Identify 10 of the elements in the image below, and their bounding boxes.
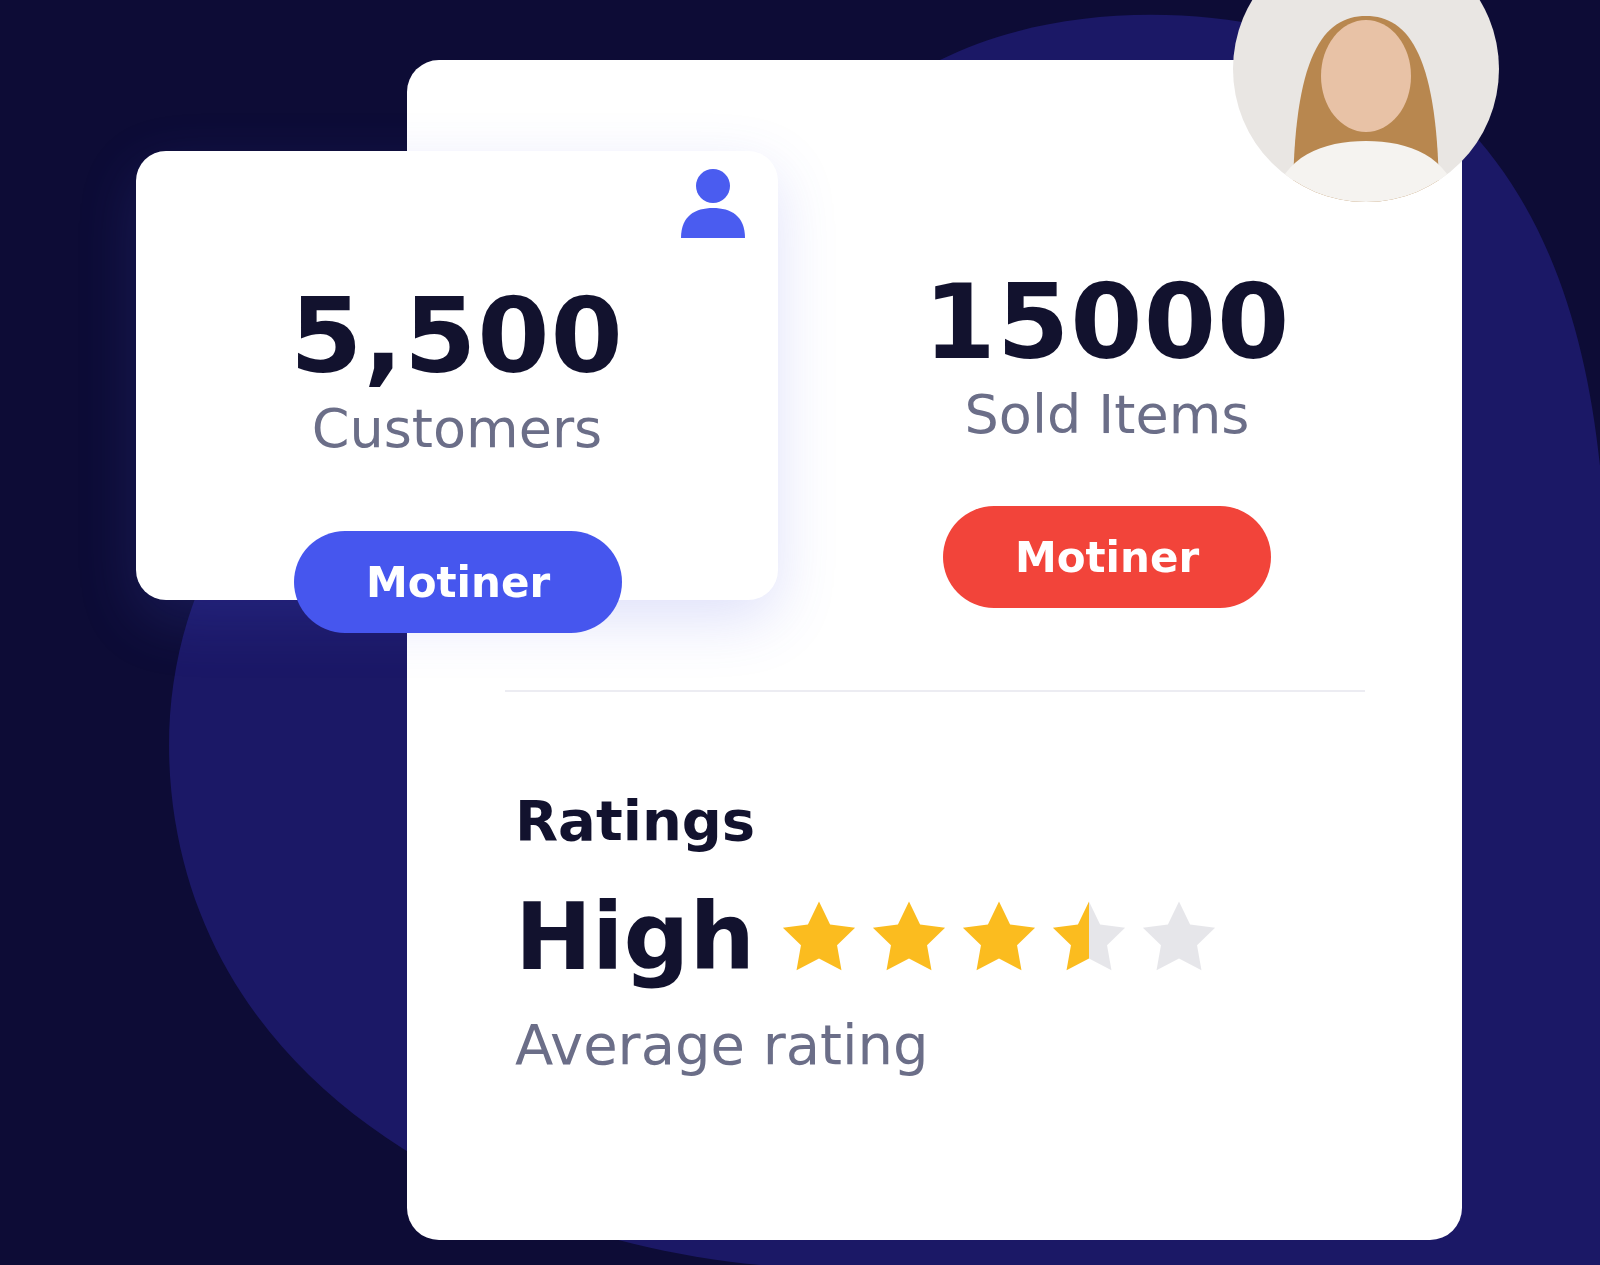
person-icon — [681, 168, 745, 238]
rating-caption: Average rating — [515, 1011, 930, 1077]
stat-label: Sold Items — [964, 383, 1250, 449]
stat-value: 15000 — [923, 265, 1291, 380]
rating-level: High — [515, 883, 755, 994]
section-title: Ratings — [515, 788, 757, 854]
action-button[interactable]: Motiner — [943, 506, 1271, 609]
stat-label: Customers — [311, 397, 603, 463]
action-button[interactable]: Motiner — [294, 531, 622, 633]
stat-value: 5,500 — [290, 279, 624, 394]
